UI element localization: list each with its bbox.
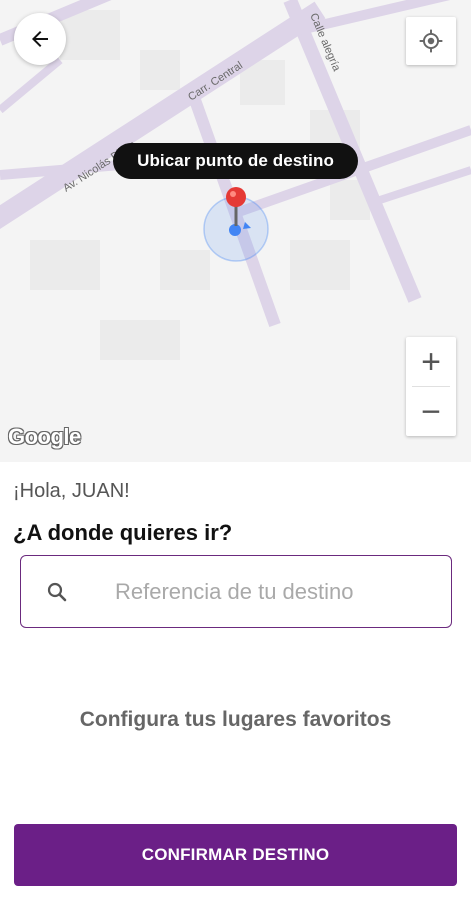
configure-favorites-link[interactable]: Configura tus lugares favoritos [0, 708, 471, 732]
zoom-controls: + − [406, 337, 456, 436]
arrow-left-icon [32, 31, 48, 47]
map-pin-icon [226, 187, 246, 207]
destination-search-field[interactable] [20, 555, 452, 628]
destination-sheet: ¡Hola, JUAN! ¿A donde quieres ir? Config… [0, 462, 471, 900]
location-markers [203, 187, 269, 262]
zoom-in-button[interactable]: + [406, 337, 456, 386]
destination-question: ¿A donde quieres ir? [13, 520, 233, 545]
back-button[interactable] [14, 13, 66, 65]
pin-tooltip: Ubicar punto de destino [113, 143, 358, 179]
zoom-out-button[interactable]: − [406, 387, 456, 436]
my-location-icon [419, 29, 443, 53]
map-view[interactable]: Av. Nicolás Billón Carr. Central Calle a… [0, 0, 471, 462]
search-icon [21, 580, 93, 604]
destination-search-input[interactable] [115, 578, 435, 605]
google-attribution: Google [8, 424, 81, 449]
greeting-text: ¡Hola, JUAN! [13, 480, 130, 502]
confirm-destination-button[interactable]: CONFIRMAR DESTINO [14, 824, 457, 886]
my-location-button[interactable] [406, 17, 456, 65]
